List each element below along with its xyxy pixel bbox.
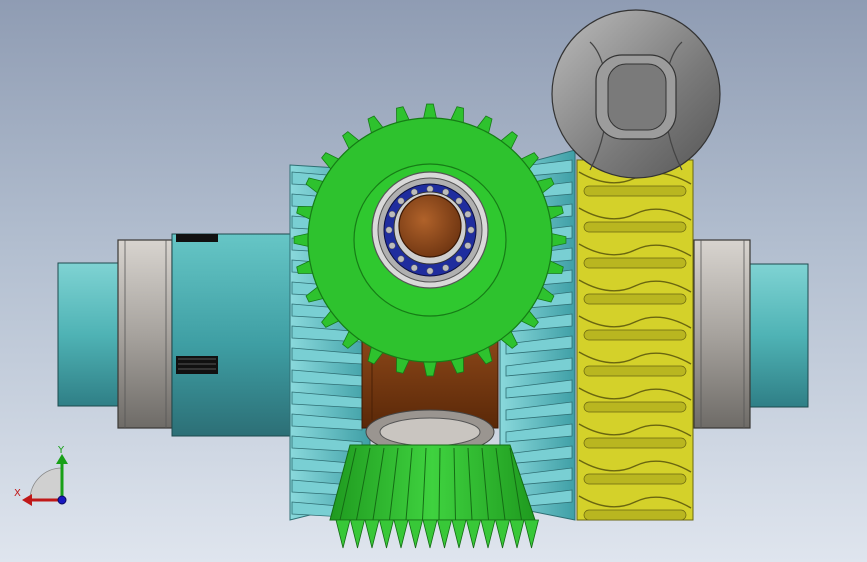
right-bearing[interactable] bbox=[693, 239, 751, 429]
bearing-ball bbox=[426, 267, 434, 275]
worm-wheel-groove bbox=[583, 221, 687, 233]
worm-wheel-groove bbox=[583, 401, 687, 413]
worm-wheel-groove bbox=[583, 329, 687, 341]
worm-wheel-groove bbox=[583, 473, 687, 485]
right-output-shaft[interactable] bbox=[744, 263, 809, 408]
gear-tooth bbox=[436, 519, 453, 549]
worm-wheel-groove bbox=[583, 185, 687, 197]
gear-tooth bbox=[349, 519, 366, 549]
bearing-ball bbox=[410, 264, 418, 272]
worm-wheel-groove bbox=[583, 257, 687, 269]
gear-tooth bbox=[407, 519, 424, 549]
bearing-ball bbox=[397, 255, 405, 263]
worm-wheel[interactable] bbox=[576, 159, 694, 521]
bearing-ball bbox=[385, 226, 393, 234]
worm-shaft[interactable] bbox=[551, 9, 721, 179]
gear-tooth bbox=[422, 519, 438, 549]
gear-tooth bbox=[335, 519, 351, 549]
gear-tooth bbox=[523, 519, 540, 549]
gear-tooth bbox=[364, 519, 380, 549]
gear-tooth bbox=[378, 519, 395, 549]
bearing-ball bbox=[442, 264, 450, 272]
z-axis-dot bbox=[57, 495, 67, 505]
left-output-shaft[interactable] bbox=[57, 262, 125, 407]
bearing-ball bbox=[464, 210, 472, 218]
bearing-ball bbox=[464, 242, 472, 250]
gear-tooth bbox=[451, 519, 467, 549]
left-bearing[interactable] bbox=[117, 239, 173, 429]
gear-tooth bbox=[393, 519, 409, 549]
bearing-ball bbox=[467, 226, 475, 234]
bearing-ball bbox=[426, 185, 434, 193]
y-axis-label: Y bbox=[57, 445, 65, 456]
coordinate-triad: Y X bbox=[14, 445, 68, 506]
gear-tooth bbox=[494, 519, 511, 549]
assembly-model-view[interactable]: Y X bbox=[0, 0, 867, 562]
worm-wheel-groove bbox=[583, 437, 687, 449]
graphics-viewport[interactable]: Y X bbox=[0, 0, 867, 562]
bearing-ball bbox=[388, 210, 396, 218]
worm-wheel-groove bbox=[583, 293, 687, 305]
gear-tooth bbox=[465, 519, 482, 549]
bearing-ball bbox=[455, 255, 463, 263]
bearing-ball bbox=[388, 242, 396, 250]
left-housing[interactable] bbox=[171, 233, 295, 437]
worm-wheel-groove bbox=[583, 365, 687, 377]
gear-tooth bbox=[509, 519, 525, 549]
worm-wheel-groove bbox=[583, 509, 687, 521]
x-axis-label: X bbox=[14, 488, 21, 499]
gear-tooth bbox=[480, 519, 496, 549]
